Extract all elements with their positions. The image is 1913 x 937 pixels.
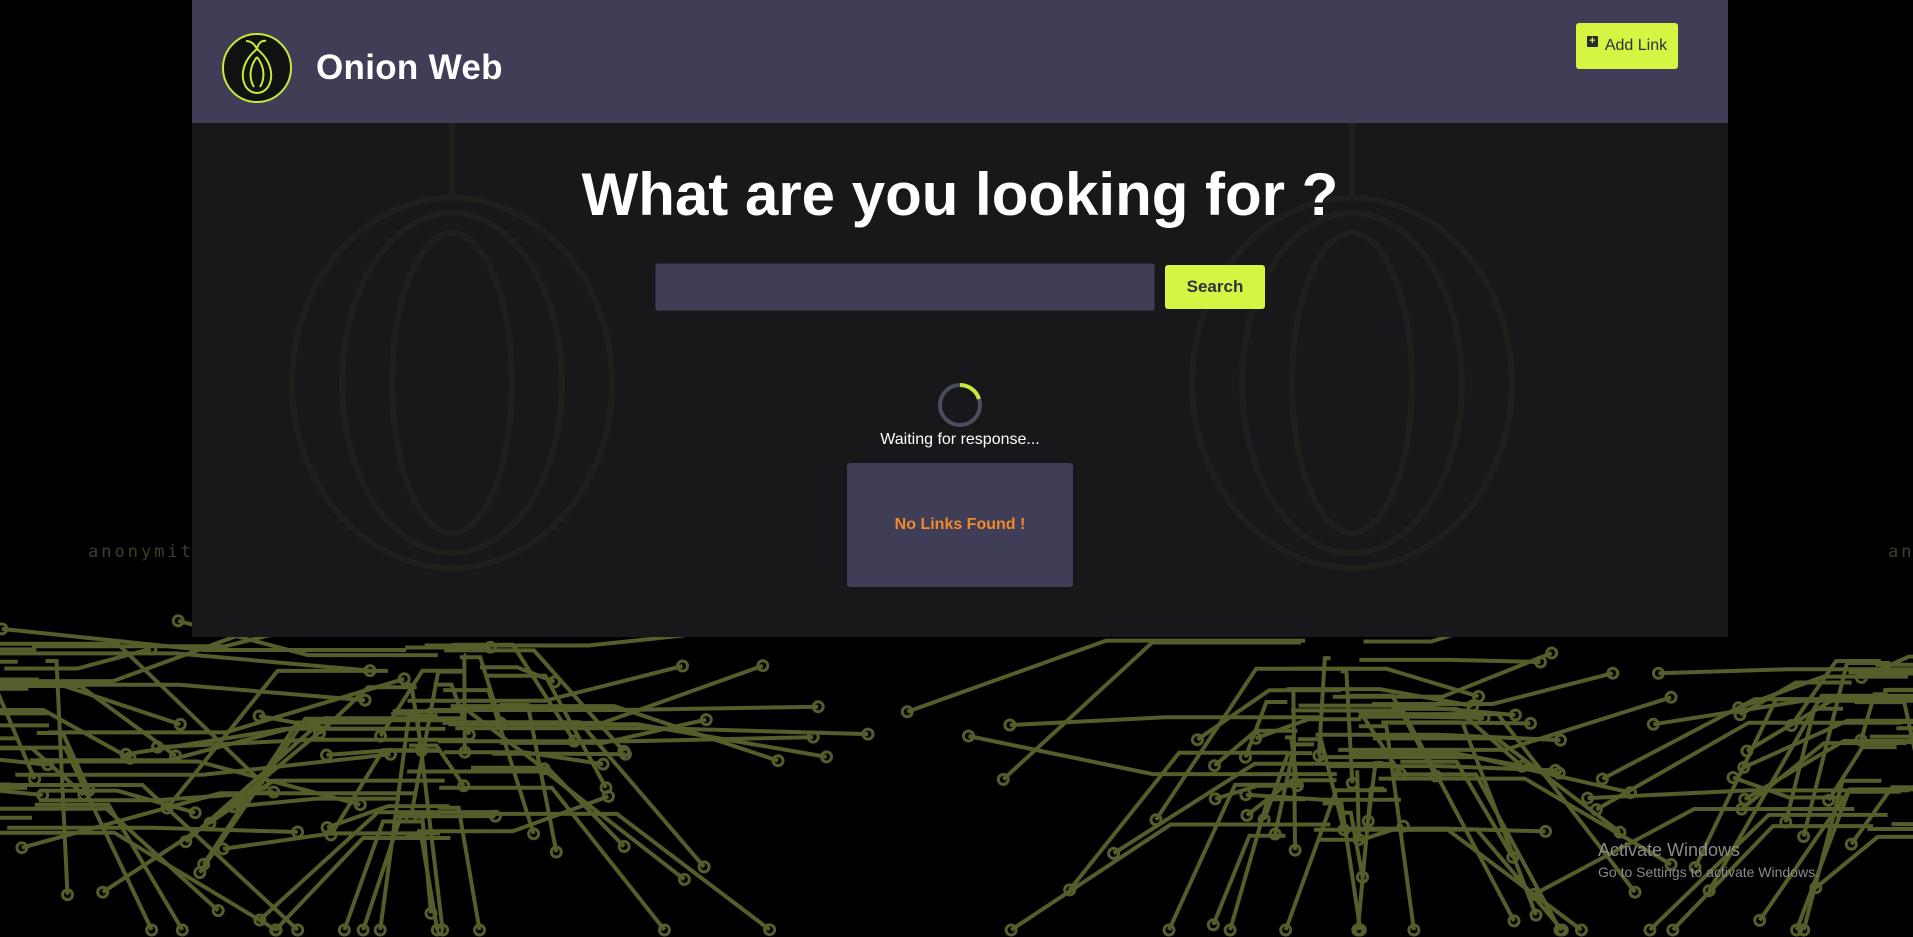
main-panel: Onion Web + Add Link What are you lookin… bbox=[192, 0, 1728, 637]
page-heading: What are you looking for ? bbox=[581, 161, 1339, 228]
background-text-left: anonymit bbox=[88, 542, 194, 562]
add-link-label: Add Link bbox=[1604, 37, 1668, 54]
site-header: Onion Web + Add Link bbox=[192, 0, 1728, 123]
activation-subtitle: Go to Settings to activate Windows. bbox=[1598, 864, 1819, 880]
no-links-message: No Links Found ! bbox=[894, 516, 1026, 533]
activation-title: Activate Windows bbox=[1598, 840, 1741, 860]
search-button[interactable]: Search bbox=[1165, 265, 1265, 309]
loading-spinner-icon bbox=[938, 383, 982, 427]
waiting-status-text: Waiting for response... bbox=[880, 431, 1040, 448]
search-input[interactable] bbox=[655, 263, 1155, 311]
windows-activation-notice: Activate Windows Go to Settings to activ… bbox=[1598, 840, 1819, 880]
site-title[interactable]: Onion Web bbox=[316, 48, 503, 88]
results-panel: No Links Found ! bbox=[847, 463, 1073, 587]
onion-logo-icon[interactable] bbox=[222, 33, 292, 103]
plus-square-icon: + bbox=[1586, 36, 1598, 47]
add-link-button[interactable]: + Add Link bbox=[1576, 23, 1678, 69]
background-text-right: ano bbox=[1888, 542, 1913, 562]
